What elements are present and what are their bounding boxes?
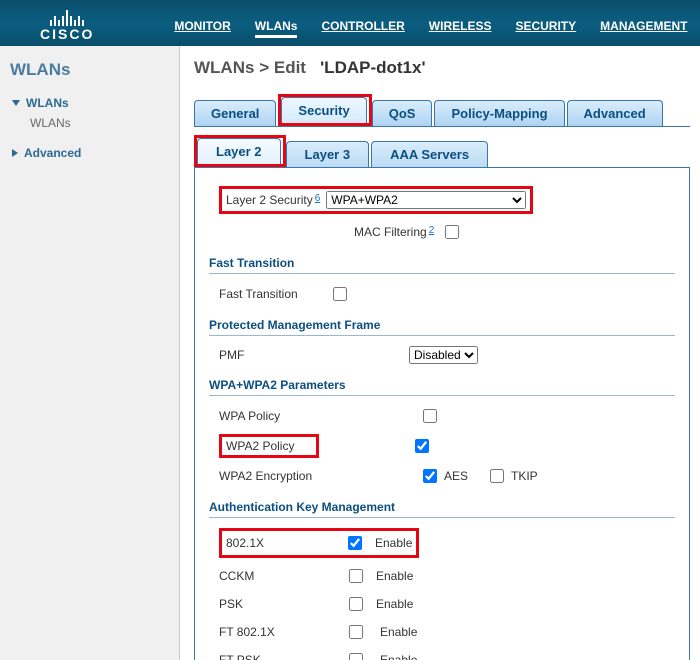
cckm-checkbox[interactable] xyxy=(349,569,363,583)
breadcrumb: WLANs > Edit 'LDAP-dot1x' xyxy=(194,58,690,78)
layer2-security-select[interactable]: WPA+WPA2 xyxy=(326,191,526,209)
section-wpa-params: WPA+WPA2 Parameters xyxy=(209,378,675,396)
nav-controller[interactable]: CONTROLLER xyxy=(321,19,404,38)
sidebar-item-advanced[interactable]: Advanced xyxy=(8,142,171,164)
wpa2-policy-label: WPA2 Policy xyxy=(226,439,294,453)
8021x-checkbox[interactable] xyxy=(348,536,362,550)
sidebar-item-wlans[interactable]: WLANs xyxy=(8,92,171,114)
footnote-2[interactable]: 2 xyxy=(429,225,435,236)
fast-transition-checkbox[interactable] xyxy=(333,287,347,301)
tab-qos[interactable]: QoS xyxy=(372,100,433,126)
footnote-6[interactable]: 6 xyxy=(315,193,321,204)
psk-label: PSK xyxy=(219,597,345,611)
ft-8021x-label: FT 802.1X xyxy=(219,625,345,639)
top-banner: CISCO MONITOR WLANs CONTROLLER WIRELESS … xyxy=(0,0,700,46)
sidebar-title: WLANs xyxy=(10,60,171,80)
subtab-layer3[interactable]: Layer 3 xyxy=(286,141,370,167)
tab-security[interactable]: Security xyxy=(281,97,366,123)
chevron-right-icon xyxy=(12,149,18,157)
subtab-layer2[interactable]: Layer 2 xyxy=(197,138,281,164)
ft-psk-checkbox[interactable] xyxy=(349,653,363,660)
8021x-label: 802.1X xyxy=(226,536,344,550)
sidebar-item-label: Advanced xyxy=(24,146,81,160)
section-akm: Authentication Key Management xyxy=(209,500,675,518)
fast-transition-label: Fast Transition xyxy=(219,287,329,301)
pmf-label: PMF xyxy=(219,348,409,362)
wpa2-encryption-label: WPA2 Encryption xyxy=(219,469,419,483)
sidebar-item-wlans-child[interactable]: WLANs xyxy=(30,114,171,132)
pmf-select[interactable]: Disabled xyxy=(409,346,478,364)
highlight-layer2-security: Layer 2 Security6 WPA+WPA2 xyxy=(219,186,533,214)
tkip-label: TKIP xyxy=(511,469,538,483)
tkip-checkbox[interactable] xyxy=(490,469,504,483)
content-area: WLANs > Edit 'LDAP-dot1x' General Securi… xyxy=(180,46,700,660)
tab-advanced[interactable]: Advanced xyxy=(567,100,663,126)
psk-enable-label: Enable xyxy=(376,597,413,611)
wpa-policy-label: WPA Policy xyxy=(219,409,419,423)
top-nav: MONITOR WLANs CONTROLLER WIRELESS SECURI… xyxy=(174,19,687,46)
highlight-wpa2-policy: WPA2 Policy xyxy=(219,434,319,458)
highlight-subtab-layer2: Layer 2 xyxy=(194,135,286,167)
tab-policy-mapping[interactable]: Policy-Mapping xyxy=(434,100,564,126)
ft-psk-label: FT PSK xyxy=(219,653,345,660)
cisco-logo: CISCO xyxy=(40,8,94,46)
cisco-logo-icon xyxy=(50,8,84,26)
cisco-wordmark: CISCO xyxy=(40,26,94,42)
sidebar: WLANs WLANs WLANs Advanced xyxy=(0,46,180,660)
wpa2-policy-checkbox[interactable] xyxy=(415,439,429,453)
breadcrumb-wlan-name: 'LDAP-dot1x' xyxy=(320,58,425,77)
breadcrumb-action: Edit xyxy=(274,58,306,77)
nav-wlans[interactable]: WLANs xyxy=(255,19,298,38)
highlight-8021x: 802.1X Enable xyxy=(219,528,419,558)
security-subtabs: Layer 2 Layer 3 AAA Servers xyxy=(194,135,690,168)
layer2-panel: Layer 2 Security6 WPA+WPA2 MAC Filtering… xyxy=(194,168,690,660)
mac-filtering-label: MAC Filtering2 xyxy=(354,225,434,239)
nav-wireless[interactable]: WIRELESS xyxy=(429,19,492,38)
layer2-security-label: Layer 2 Security6 xyxy=(226,193,320,207)
subtab-aaa-servers[interactable]: AAA Servers xyxy=(371,141,488,167)
ft-psk-enable-label: Enable xyxy=(380,653,417,660)
tab-general[interactable]: General xyxy=(194,100,276,126)
sidebar-item-label: WLANs xyxy=(26,96,69,110)
section-fast-transition: Fast Transition xyxy=(209,256,675,274)
wpa-policy-checkbox[interactable] xyxy=(423,409,437,423)
breadcrumb-sep: > xyxy=(259,58,269,77)
psk-checkbox[interactable] xyxy=(349,597,363,611)
nav-management[interactable]: MANAGEMENT xyxy=(600,19,687,38)
mac-filtering-checkbox[interactable] xyxy=(445,225,459,239)
breadcrumb-root[interactable]: WLANs xyxy=(194,58,254,77)
nav-monitor[interactable]: MONITOR xyxy=(174,19,230,38)
8021x-enable-label: Enable xyxy=(375,536,412,550)
main-tabs: General Security QoS Policy-Mapping Adva… xyxy=(194,94,690,127)
cckm-label: CCKM xyxy=(219,569,345,583)
ft-8021x-enable-label: Enable xyxy=(380,625,417,639)
ft-8021x-checkbox[interactable] xyxy=(349,625,363,639)
highlight-tab-security: Security xyxy=(278,94,371,126)
cckm-enable-label: Enable xyxy=(376,569,413,583)
aes-checkbox[interactable] xyxy=(423,469,437,483)
section-pmf: Protected Management Frame xyxy=(209,318,675,336)
chevron-down-icon xyxy=(12,100,20,106)
nav-security[interactable]: SECURITY xyxy=(515,19,576,38)
aes-label: AES xyxy=(444,469,468,483)
